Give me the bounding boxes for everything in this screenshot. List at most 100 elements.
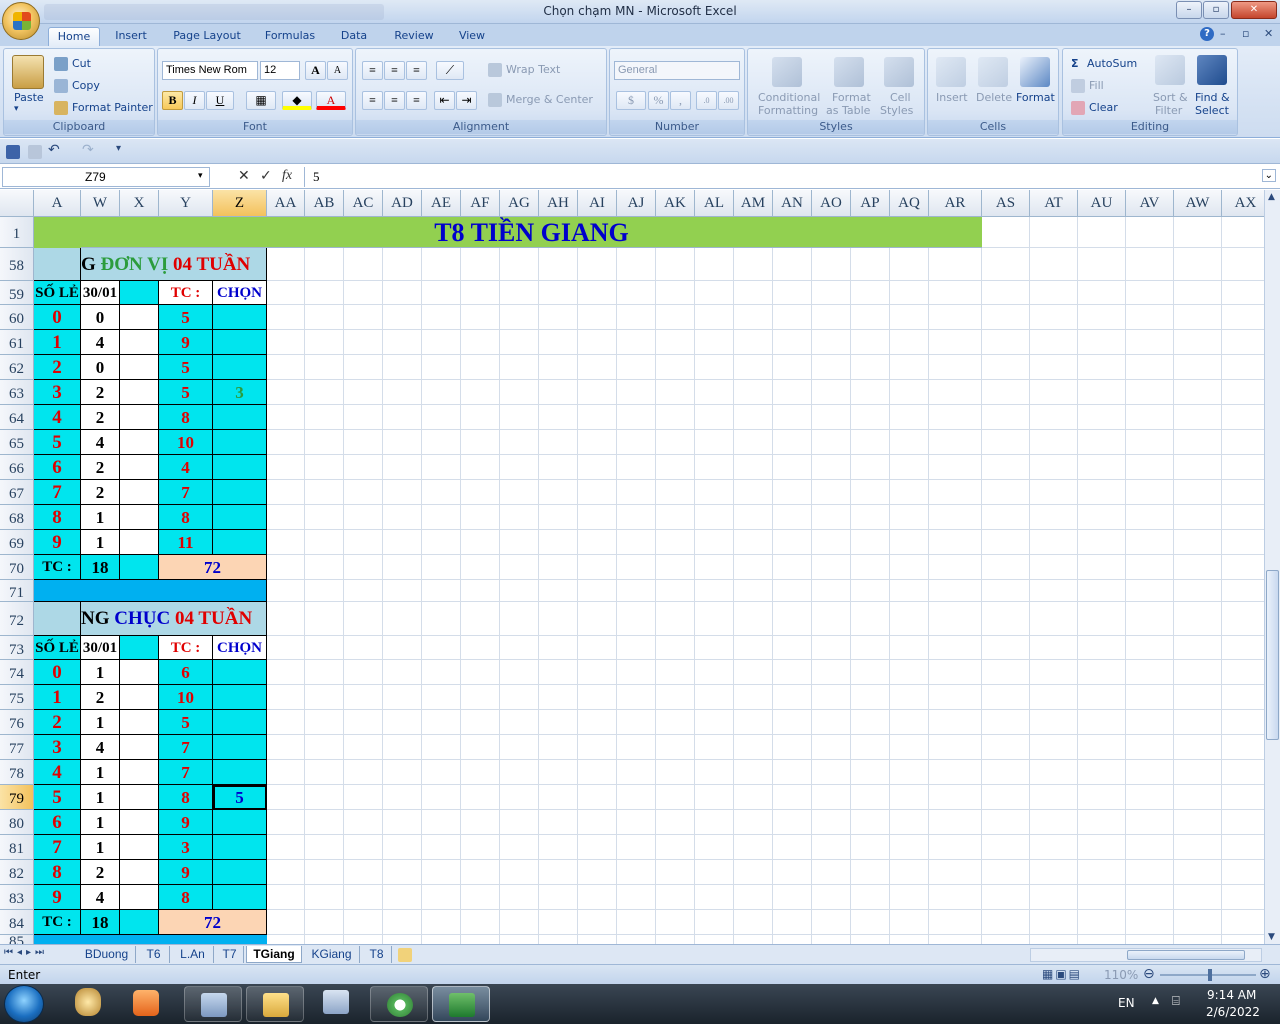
sheet-tab-lan[interactable]: L.An xyxy=(172,946,214,963)
show-hidden-icons-icon[interactable]: ▲ xyxy=(1152,996,1159,1006)
language-indicator[interactable]: EN xyxy=(1118,996,1135,1010)
zoom-level[interactable]: 110% xyxy=(1104,968,1138,982)
block2-digit[interactable]: 7 xyxy=(34,835,81,860)
block2-digit[interactable]: 3 xyxy=(34,735,81,760)
align-right-icon[interactable]: ≡ xyxy=(406,91,427,110)
block1-count[interactable]: 1 xyxy=(81,505,120,530)
block2-tc-value[interactable]: 9 xyxy=(159,810,213,835)
block1-tc-label[interactable]: TC : xyxy=(34,555,81,580)
block1-count[interactable]: 2 xyxy=(81,480,120,505)
block2-count[interactable]: 1 xyxy=(81,810,120,835)
ribbon-close-icon[interactable]: ✕ xyxy=(1264,27,1273,40)
cut-button[interactable]: Cut xyxy=(72,57,91,70)
block2-tc-value[interactable]: 8 xyxy=(159,785,213,810)
zoom-in-icon[interactable]: ⊕ xyxy=(1259,966,1271,982)
block2-tc-value[interactable]: 9 xyxy=(159,860,213,885)
block2-head-chon[interactable]: CHỌN xyxy=(213,636,267,660)
block1-blank[interactable] xyxy=(120,305,159,330)
vertical-scroll-thumb[interactable] xyxy=(1266,570,1279,740)
block1-count[interactable]: 2 xyxy=(81,380,120,405)
block1-blank[interactable] xyxy=(120,505,159,530)
expand-formula-bar-icon[interactable]: ⌄ xyxy=(1261,169,1276,182)
block1-digit[interactable]: 6 xyxy=(34,455,81,480)
block2-blank[interactable] xyxy=(120,885,159,910)
percent-button[interactable]: % xyxy=(648,91,669,110)
sheet-tab-tgiang[interactable]: TGiang xyxy=(246,946,302,963)
tab-page-layout[interactable]: Page Layout xyxy=(168,27,246,46)
block1-choice[interactable] xyxy=(213,455,267,480)
vertical-scrollbar[interactable]: ▲ ▼ xyxy=(1264,190,1280,944)
row-header-62[interactable]: 62 xyxy=(0,355,34,380)
block1-digit[interactable]: 9 xyxy=(34,530,81,555)
tab-home[interactable]: Home xyxy=(48,27,100,46)
taskbar-calculator[interactable] xyxy=(308,988,364,1020)
block1-choice[interactable] xyxy=(213,480,267,505)
scroll-up-icon[interactable]: ▲ xyxy=(1268,192,1275,202)
zoom-slider[interactable] xyxy=(1160,969,1256,981)
block2-choice[interactable] xyxy=(213,710,267,735)
format-painter-button[interactable]: Format Painter xyxy=(72,101,153,114)
block2-tc-value[interactable]: 6 xyxy=(159,660,213,685)
block2-choice[interactable] xyxy=(213,660,267,685)
row-header-76[interactable]: 76 xyxy=(0,710,34,735)
wrap-text-button[interactable]: Wrap Text xyxy=(506,63,560,76)
cancel-entry-icon[interactable]: ✕ xyxy=(238,168,250,184)
insert-cells-button[interactable]: Insert xyxy=(936,91,968,104)
column-header-ab[interactable]: AB xyxy=(305,190,344,217)
block2-tc-sum[interactable]: 18 xyxy=(81,910,120,935)
minimize-button[interactable]: – xyxy=(1176,1,1202,19)
block1-tc-value[interactable]: 7 xyxy=(159,480,213,505)
block2-digit[interactable]: 9 xyxy=(34,885,81,910)
block2-digit[interactable]: 6 xyxy=(34,810,81,835)
office-button[interactable] xyxy=(2,2,40,40)
block1-blank[interactable] xyxy=(120,530,159,555)
block2-count[interactable]: 1 xyxy=(81,785,120,810)
block2-count[interactable]: 1 xyxy=(81,660,120,685)
block1-title[interactable]: G ĐƠN VỊ 04 TUẦN xyxy=(81,248,267,281)
block2-count[interactable]: 1 xyxy=(81,710,120,735)
block2-tc-value[interactable]: 8 xyxy=(159,885,213,910)
column-header-at[interactable]: AT xyxy=(1030,190,1078,217)
block1-tc-blank[interactable] xyxy=(120,555,159,580)
block2-digit[interactable]: 8 xyxy=(34,860,81,885)
block2-blank[interactable] xyxy=(120,685,159,710)
row-header-85[interactable]: 85 xyxy=(0,935,34,944)
block1-tc-value[interactable]: 10 xyxy=(159,430,213,455)
customize-qat-icon[interactable]: ▾ xyxy=(116,143,121,154)
block2-count[interactable]: 2 xyxy=(81,860,120,885)
block1-digit[interactable]: 7 xyxy=(34,480,81,505)
bold-button[interactable]: B xyxy=(162,91,183,110)
horizontal-scroll-thumb[interactable] xyxy=(1127,950,1245,960)
block2-tc-label[interactable]: TC : xyxy=(34,910,81,935)
block1-tc-value[interactable]: 5 xyxy=(159,380,213,405)
decrease-indent-icon[interactable]: ⇤ xyxy=(434,91,455,110)
column-header-ag[interactable]: AG xyxy=(500,190,539,217)
block1-digit[interactable]: 3 xyxy=(34,380,81,405)
block2-tc-value[interactable]: 10 xyxy=(159,685,213,710)
formula-input[interactable]: 5 xyxy=(304,167,1260,187)
column-header-as[interactable]: AS xyxy=(982,190,1030,217)
block2-count[interactable]: 1 xyxy=(81,835,120,860)
row-header-67[interactable]: 67 xyxy=(0,480,34,505)
row-header-81[interactable]: 81 xyxy=(0,835,34,860)
block1-tc-sum[interactable]: 18 xyxy=(81,555,120,580)
block2-blank[interactable] xyxy=(120,710,159,735)
sheet-tab-kgiang[interactable]: KGiang xyxy=(304,946,360,963)
tab-data[interactable]: Data xyxy=(334,27,374,46)
paste-button[interactable]: Paste xyxy=(14,91,44,104)
block1-head-date[interactable]: 30/01 xyxy=(81,281,120,305)
sort-filter-button[interactable]: Sort & xyxy=(1153,91,1188,104)
block1-head-x[interactable] xyxy=(120,281,159,305)
column-header-aw[interactable]: AW xyxy=(1174,190,1222,217)
block2-choice[interactable] xyxy=(213,685,267,710)
row-header-64[interactable]: 64 xyxy=(0,405,34,430)
block1-head-tc[interactable]: TC : xyxy=(159,281,213,305)
separator-bar-row-85[interactable] xyxy=(34,935,267,944)
row-header-70[interactable]: 70 xyxy=(0,555,34,580)
row-header-71[interactable]: 71 xyxy=(0,580,34,602)
block1-count[interactable]: 0 xyxy=(81,355,120,380)
comma-button[interactable]: , xyxy=(670,91,691,110)
block1-digit[interactable]: 0 xyxy=(34,305,81,330)
insert-sheet-icon[interactable] xyxy=(398,948,412,962)
row-header-72[interactable]: 72 xyxy=(0,602,34,636)
